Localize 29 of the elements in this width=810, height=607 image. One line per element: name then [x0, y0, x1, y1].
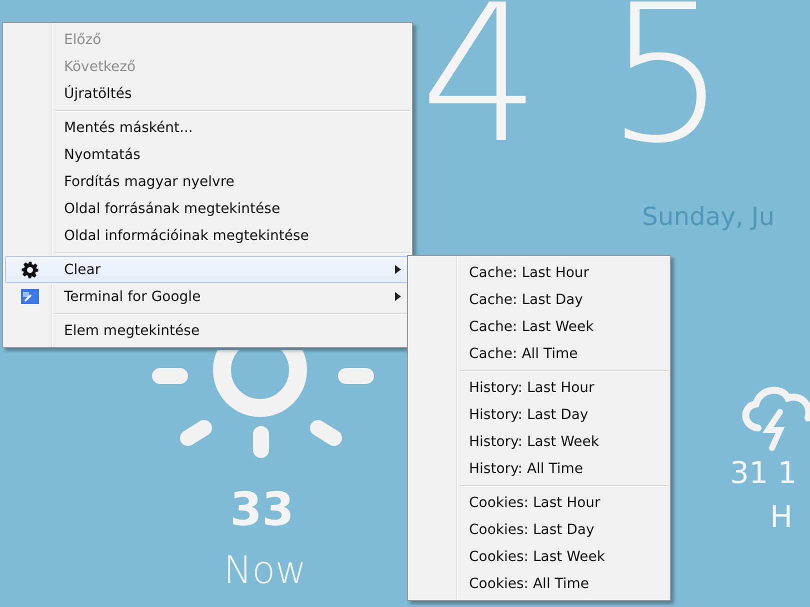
menu-item[interactable]: History: Last Day	[410, 401, 668, 428]
menu-item[interactable]: Cookies: Last Week	[410, 543, 668, 570]
forecast-temperature: 31 1	[730, 456, 797, 491]
menu-item[interactable]: Cookies: Last Hour	[410, 489, 668, 516]
gear-icon	[21, 260, 39, 278]
menu-item[interactable]: Clear	[5, 256, 410, 283]
menu-item[interactable]: Oldal forrásának megtekintése	[5, 195, 410, 222]
menu-item[interactable]: Terminal for Google	[5, 283, 410, 310]
menu-item[interactable]: Cookies: Last Day	[410, 516, 668, 543]
menu-item[interactable]: History: Last Hour	[410, 374, 668, 401]
menu-item[interactable]: Cookies: All Time	[410, 570, 668, 597]
app-icon	[21, 289, 39, 304]
menu-item[interactable]: Cache: All Time	[410, 340, 668, 367]
menu-item[interactable]: Nyomtatás	[5, 141, 410, 168]
menu-item[interactable]: Cache: Last Week	[410, 313, 668, 340]
menu-item[interactable]: Fordítás magyar nyelvre	[5, 168, 410, 195]
menu-item[interactable]: History: All Time	[410, 455, 668, 482]
menu-item[interactable]: Cache: Last Hour	[410, 259, 668, 286]
temperature-text: 33	[228, 482, 295, 536]
menu-item[interactable]: History: Last Week	[410, 428, 668, 455]
menu-item[interactable]: Cache: Last Day	[410, 286, 668, 313]
now-label: Now	[222, 548, 308, 592]
clock-digit: 5	[606, 0, 727, 150]
menu-item[interactable]: Újratöltés	[5, 80, 410, 107]
menu-item[interactable]: Mentés másként...	[5, 114, 410, 141]
menu-item[interactable]: Elem megtekintése	[5, 317, 410, 344]
menu-item[interactable]: Oldal információinak megtekintése	[5, 222, 410, 249]
clock-digit: 4	[420, 0, 541, 150]
forecast-label: H	[770, 500, 793, 535]
